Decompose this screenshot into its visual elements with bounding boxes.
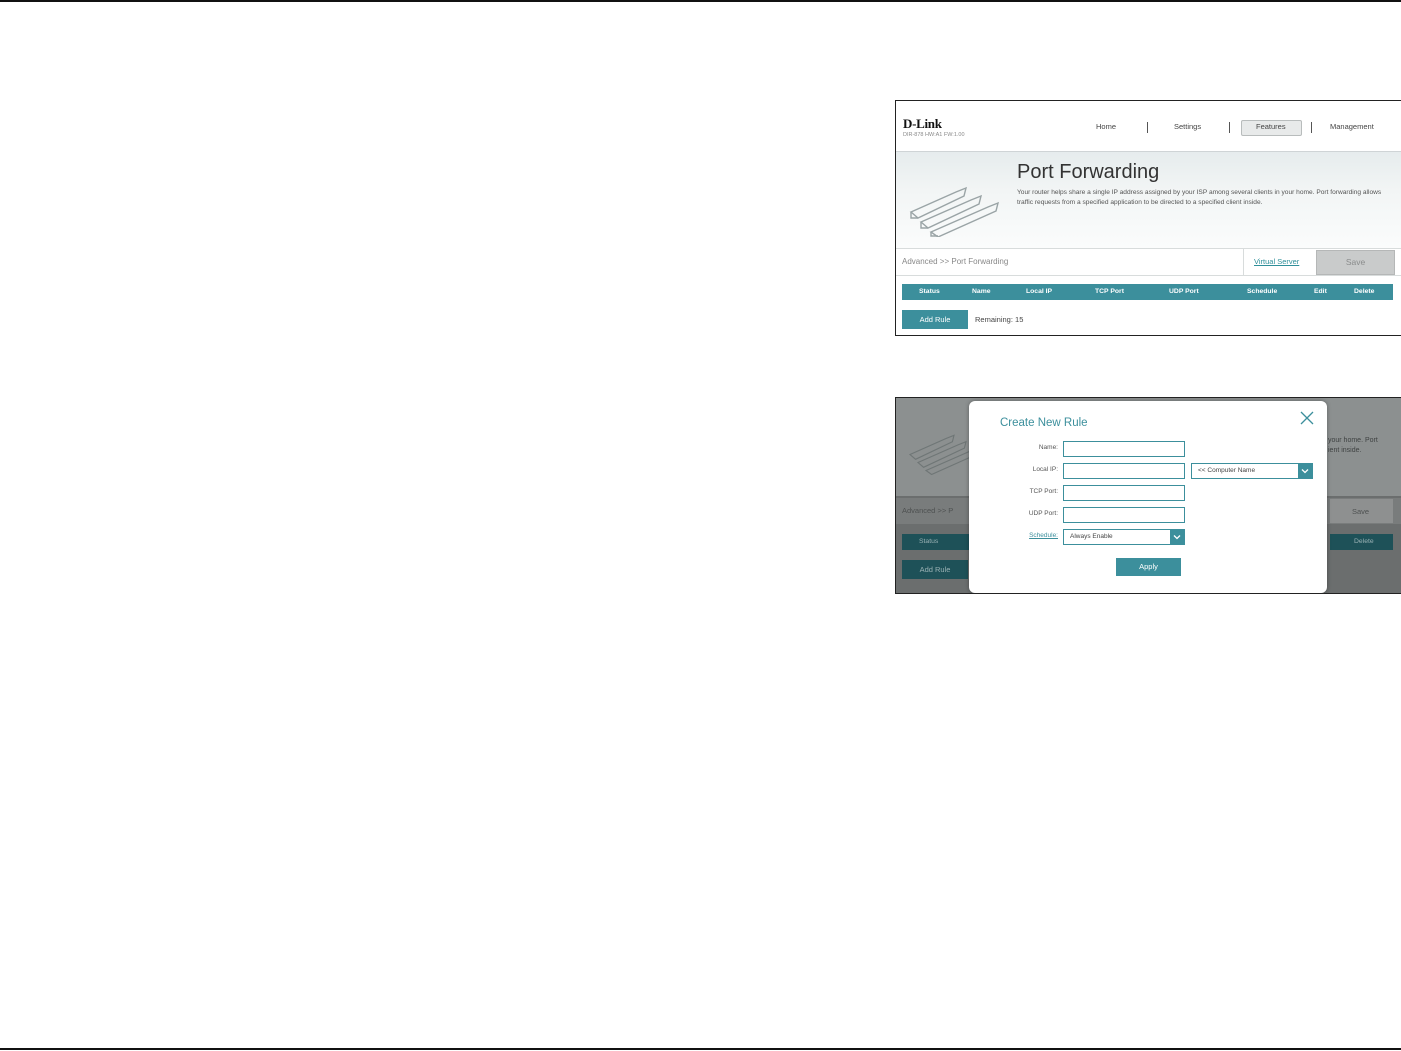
udp-port-input[interactable] [1063,507,1185,523]
create-rule-dialog: Create New Rule Name: Local IP: << Compu… [969,401,1327,593]
banner: Port Forwarding Your router helps share … [896,152,1401,248]
col-udp-port: UDP Port [1169,288,1199,295]
dimmed-add-rule-label: Add Rule [919,565,951,574]
dimmed-save-button: Save [1330,499,1393,523]
dimmed-col-status: Status [919,538,939,545]
nav-divider [1229,122,1230,133]
tcp-port-label: TCP Port: [1029,488,1058,495]
remaining-count: Remaining: 15 [975,315,1024,324]
page-title: Port Forwarding [1017,161,1160,183]
virtual-server-link[interactable]: Virtual Server [1243,249,1314,275]
breadcrumb: Advanced >> Port Forwarding [902,257,1009,266]
col-name: Name [972,288,991,295]
nav-features[interactable]: Features [1256,122,1286,131]
name-label: Name: [1038,444,1058,451]
name-input[interactable] [1063,441,1185,457]
breadcrumb-bar: Advanced >> Port Forwarding Virtual Serv… [896,248,1401,276]
dimmed-desc-line: ient inside. [1328,447,1362,454]
create-rule-screenshot: your home. Port ient inside. Advanced >>… [895,397,1401,594]
schedule-value: Always Enable [1070,533,1113,540]
chevron-down-icon [1298,464,1312,478]
dimmed-add-rule-button: Add Rule [902,560,968,579]
nav-home[interactable]: Home [1096,122,1116,131]
add-rule-label: Add Rule [919,315,951,324]
close-icon[interactable] [1299,410,1315,426]
dimmed-col-delete: Delete [1354,538,1374,545]
col-local-ip: Local IP [1026,288,1053,295]
dimmed-breadcrumb: Advanced >> P [902,506,954,515]
schedule-select[interactable]: Always Enable [1063,529,1185,545]
brand-logo: D-Link [903,116,942,131]
col-delete: Delete [1354,288,1375,295]
dimmed-save-label: Save [1352,507,1370,516]
nav-management[interactable]: Management [1330,122,1374,131]
apply-button[interactable]: Apply [1116,558,1181,576]
save-label: Save [1345,257,1366,267]
port-forwarding-icon [909,186,1000,237]
tcp-port-input[interactable] [1063,485,1185,501]
col-status: Status [919,288,940,295]
local-ip-label: Local IP: [1032,466,1058,473]
dimmed-desc-line: your home. Port [1328,437,1378,444]
computer-name-value: << Computer Name [1198,467,1256,474]
nav-divider [1147,122,1148,133]
model-info: DIR-878 HW:A1 FW:1.00 [903,132,965,138]
nav-divider [1311,122,1312,133]
col-tcp-port: TCP Port [1095,288,1124,295]
chevron-down-icon [1170,530,1184,544]
col-edit: Edit [1314,288,1327,295]
dimmed-description: your home. Port ient inside. [1328,436,1378,456]
save-button[interactable]: Save [1316,250,1395,275]
apply-label: Apply [1139,562,1158,571]
dialog-title: Create New Rule [1000,417,1088,429]
computer-name-select[interactable]: << Computer Name [1191,463,1313,479]
add-rule-button[interactable]: Add Rule [902,310,968,329]
page-description: Your router helps share a single IP addr… [1017,189,1382,206]
nav-settings[interactable]: Settings [1174,122,1201,131]
dimmed-table-header: Status [902,534,972,550]
rules-table-header: Status Name Local IP TCP Port UDP Port S… [902,284,1393,300]
port-forwarding-screenshot: D-Link DIR-878 HW:A1 FW:1.00 Home Settin… [895,100,1401,336]
col-schedule: Schedule [1247,288,1278,295]
header: D-Link DIR-878 HW:A1 FW:1.00 Home Settin… [896,101,1401,152]
dimmed-table-header: Delete [1330,534,1393,550]
virtual-server-label[interactable]: Virtual Server [1254,257,1299,266]
bottom-rule [0,1048,1401,1050]
udp-port-label: UDP Port: [1028,510,1058,517]
schedule-link[interactable]: Schedule: [969,532,1058,539]
local-ip-input[interactable] [1063,463,1185,479]
top-rule [0,0,1401,2]
